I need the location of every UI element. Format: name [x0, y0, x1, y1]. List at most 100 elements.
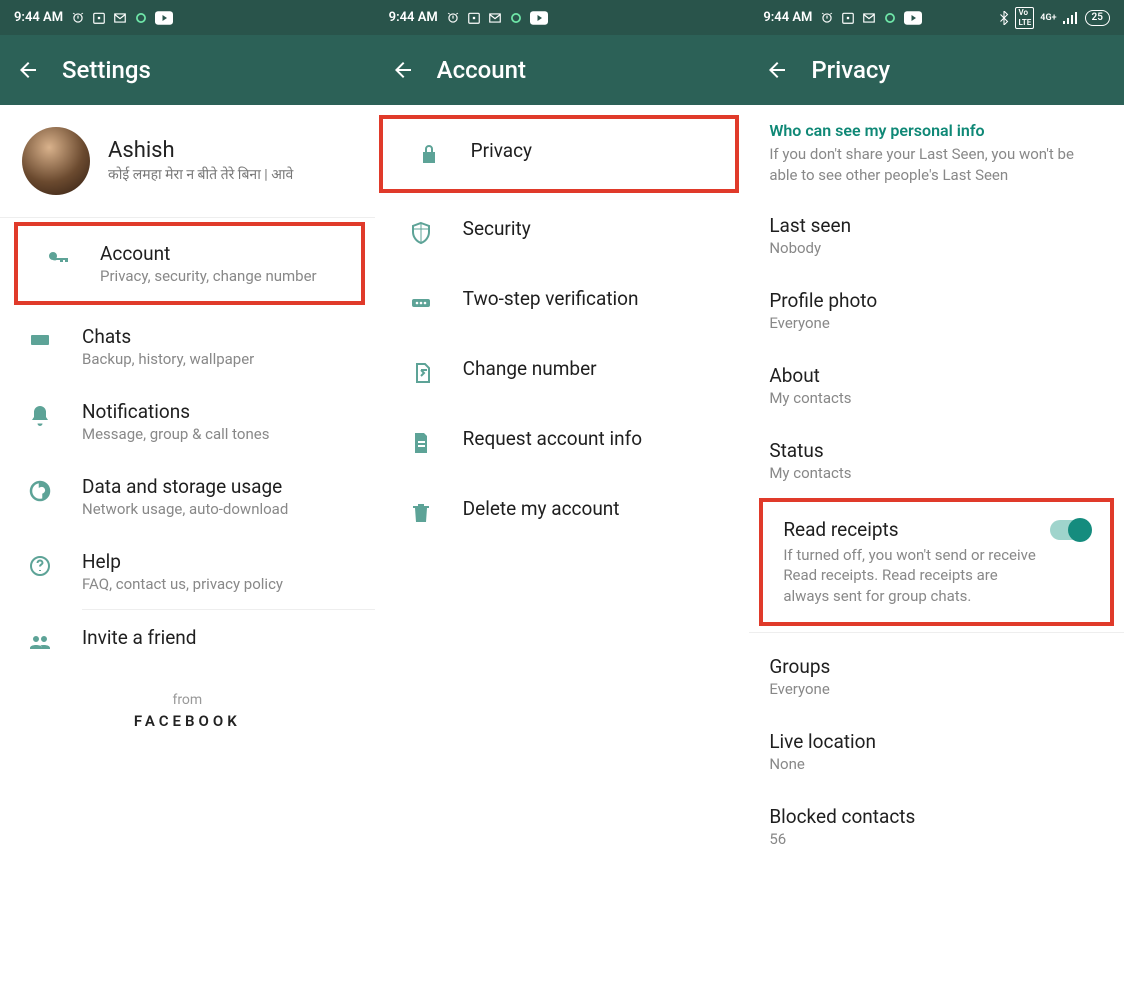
- item-desc: If turned off, you won't send or receive…: [783, 545, 1040, 606]
- item-title: Notifications: [82, 400, 355, 423]
- privacy-item-status[interactable]: Status My contacts: [749, 423, 1124, 498]
- page-title: Settings: [62, 56, 151, 84]
- privacy-item-profilephoto[interactable]: Profile photo Everyone: [749, 273, 1124, 348]
- divider: [749, 632, 1124, 633]
- item-value: Everyone: [769, 314, 1104, 332]
- avatar: [22, 127, 90, 195]
- account-item-privacy[interactable]: Privacy: [379, 115, 740, 193]
- read-receipts-toggle[interactable]: [1050, 520, 1090, 540]
- bell-icon: [26, 402, 54, 430]
- settings-item-invite[interactable]: Invite a friend: [0, 610, 375, 672]
- item-sub: Network usage, auto-download: [82, 500, 355, 518]
- battery-indicator: 25: [1085, 10, 1110, 26]
- item-value: Nobody: [769, 239, 1104, 257]
- calendar-icon: [841, 11, 855, 25]
- screen-account: 9:44 AM Account Privacy: [375, 0, 750, 988]
- account-item-request[interactable]: Request account info: [375, 407, 750, 477]
- item-value: 56: [769, 830, 1104, 848]
- item-title: Change number: [463, 357, 730, 380]
- item-title: Chats: [82, 325, 355, 348]
- youtube-icon: [904, 11, 922, 25]
- mail-icon: [113, 11, 127, 25]
- page-title: Privacy: [811, 56, 890, 84]
- item-title: Privacy: [471, 139, 716, 162]
- pin-icon: [407, 289, 435, 317]
- item-title: Read receipts: [783, 518, 1040, 541]
- bluetooth-icon: [999, 11, 1009, 25]
- profile-row[interactable]: Ashish कोई लमहा मेरा न बीते तेरे बिना | …: [0, 105, 375, 218]
- app-bar: Privacy: [749, 35, 1124, 105]
- item-value: My contacts: [769, 389, 1104, 407]
- back-button[interactable]: [16, 58, 40, 82]
- app-bar: Account: [375, 35, 750, 105]
- privacy-item-readreceipts[interactable]: Read receipts If turned off, you won't s…: [759, 498, 1114, 626]
- profile-status: कोई लमहा मेरा न बीते तेरे बिना | आवे: [108, 165, 293, 184]
- mail-icon: [488, 11, 502, 25]
- settings-item-data[interactable]: Data and storage usage Network usage, au…: [0, 459, 375, 534]
- alarm-icon: [820, 11, 834, 25]
- privacy-item-lastseen[interactable]: Last seen Nobody: [749, 198, 1124, 273]
- settings-item-account[interactable]: Account Privacy, security, change number: [14, 222, 365, 305]
- account-item-delete[interactable]: Delete my account: [375, 477, 750, 547]
- item-title: Live location: [769, 730, 1104, 753]
- item-title: Groups: [769, 655, 1104, 678]
- youtube-icon: [155, 11, 173, 25]
- item-title: Request account info: [463, 427, 730, 450]
- settings-item-notifications[interactable]: Notifications Message, group & call tone…: [0, 384, 375, 459]
- mail-icon: [862, 11, 876, 25]
- item-sub: Backup, history, wallpaper: [82, 350, 355, 368]
- shield-icon: [407, 219, 435, 247]
- signal-icon: [1063, 12, 1079, 24]
- network-icon: 4G+: [1040, 13, 1056, 23]
- privacy-item-livelocation[interactable]: Live location None: [749, 714, 1124, 789]
- item-title: Data and storage usage: [82, 475, 355, 498]
- item-title: Invite a friend: [82, 626, 355, 649]
- item-title: Last seen: [769, 214, 1104, 237]
- status-time: 9:44 AM: [389, 10, 438, 25]
- profile-name: Ashish: [108, 138, 293, 163]
- item-title: Status: [769, 439, 1104, 462]
- chat-icon: [26, 327, 54, 355]
- status-bar: 9:44 AM VoLTE 4G+ 25: [749, 0, 1124, 35]
- back-button[interactable]: [391, 58, 415, 82]
- item-title: Help: [82, 550, 355, 573]
- back-button[interactable]: [765, 58, 789, 82]
- calendar-icon: [467, 11, 481, 25]
- page-title: Account: [437, 56, 526, 84]
- screen-privacy: 9:44 AM VoLTE 4G+ 25 Privacy Who can see…: [749, 0, 1124, 988]
- privacy-item-groups[interactable]: Groups Everyone: [749, 639, 1124, 714]
- item-value: None: [769, 755, 1104, 773]
- privacy-item-about[interactable]: About My contacts: [749, 348, 1124, 423]
- item-value: My contacts: [769, 464, 1104, 482]
- youtube-icon: [530, 11, 548, 25]
- alarm-icon: [71, 11, 85, 25]
- calendar-icon: [92, 11, 106, 25]
- key-icon: [44, 244, 72, 272]
- circle-icon: [134, 11, 148, 25]
- app-bar: Settings: [0, 35, 375, 105]
- item-value: Everyone: [769, 680, 1104, 698]
- settings-item-help[interactable]: Help FAQ, contact us, privacy policy: [0, 534, 375, 609]
- status-time: 9:44 AM: [14, 10, 63, 25]
- account-item-changenumber[interactable]: Change number: [375, 337, 750, 407]
- alarm-icon: [446, 11, 460, 25]
- help-icon: [26, 552, 54, 580]
- item-title: Blocked contacts: [769, 805, 1104, 828]
- trash-icon: [407, 499, 435, 527]
- footer-brand: FACEBOOK: [0, 712, 375, 730]
- data-icon: [26, 477, 54, 505]
- privacy-item-blocked[interactable]: Blocked contacts 56: [749, 789, 1124, 864]
- account-item-security[interactable]: Security: [375, 197, 750, 267]
- footer-from: from: [0, 692, 375, 708]
- account-item-twostep[interactable]: Two-step verification: [375, 267, 750, 337]
- item-title: Security: [463, 217, 730, 240]
- volte-icon: VoLTE: [1015, 7, 1034, 29]
- section-desc: If you don't share your Last Seen, you w…: [749, 144, 1124, 198]
- status-bar: 9:44 AM: [375, 0, 750, 35]
- people-icon: [26, 628, 54, 656]
- item-sub: Privacy, security, change number: [100, 267, 341, 285]
- item-title: Two-step verification: [463, 287, 730, 310]
- settings-item-chats[interactable]: Chats Backup, history, wallpaper: [0, 309, 375, 384]
- status-bar: 9:44 AM: [0, 0, 375, 35]
- lock-icon: [415, 141, 443, 169]
